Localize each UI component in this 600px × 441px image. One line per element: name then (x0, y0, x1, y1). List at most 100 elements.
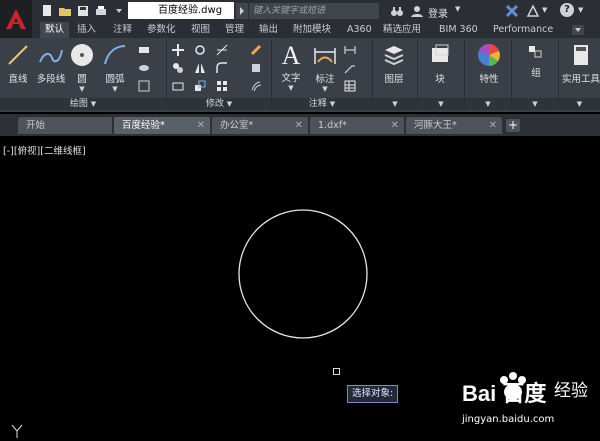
array-icon[interactable] (216, 80, 228, 92)
gradient-icon[interactable] (138, 80, 150, 92)
login-dropdown-icon[interactable]: ▼ (455, 5, 460, 13)
group-panel-bar[interactable]: ▼ (512, 98, 558, 110)
tab-parametric[interactable]: 参数化 (142, 22, 181, 38)
layers-button[interactable]: 图层 (378, 42, 410, 85)
quick-access-more-icon[interactable] (112, 4, 126, 18)
utilities-button[interactable]: 实用工具 (562, 42, 600, 85)
new-tab-button[interactable]: + (506, 119, 520, 132)
file-tab-label: 河豚大王* (414, 120, 457, 131)
file-tab-active[interactable]: 百度经验* ✕ (114, 117, 210, 134)
tab-a360[interactable]: A360 (342, 22, 377, 38)
explode-icon[interactable] (250, 62, 262, 74)
erase-icon[interactable] (250, 44, 262, 56)
utilities-panel-bar[interactable]: ▼ (559, 98, 600, 110)
layers-panel-bar[interactable]: ▼ (373, 98, 417, 110)
properties-label: 特性 (479, 74, 499, 85)
move-icon[interactable] (172, 44, 184, 56)
rectangle-icon[interactable] (138, 44, 150, 56)
stretch-icon[interactable] (172, 80, 184, 92)
modify-panel-label: 修改 (205, 99, 224, 109)
rotate-icon[interactable] (194, 44, 206, 56)
tab-view[interactable]: 视图 (186, 22, 215, 38)
file-tab-start[interactable]: 开始 (18, 117, 112, 134)
arc-icon (104, 45, 126, 65)
properties-button[interactable]: 特性 (472, 42, 506, 85)
info-center-arrow[interactable] (236, 3, 248, 19)
properties-panel-bar[interactable]: ▼ (465, 98, 511, 110)
drawn-circle[interactable] (238, 209, 368, 339)
dimension-icon (314, 48, 336, 64)
tab-addins[interactable]: 附加模块 (288, 22, 336, 38)
table-icon[interactable] (344, 80, 356, 92)
a360-dropdown-icon[interactable]: ▼ (542, 6, 547, 14)
text-icon: A (281, 41, 301, 70)
group-icon (529, 46, 542, 58)
open-folder-icon[interactable] (58, 4, 72, 18)
tab-performance[interactable]: Performance (488, 22, 558, 38)
help-button[interactable]: ? (560, 3, 574, 17)
dimension-button[interactable]: 标注 ▼ (310, 42, 340, 93)
modify-panel-title[interactable]: 修改 ▼ (167, 98, 271, 110)
close-icon[interactable]: ✕ (391, 117, 399, 134)
block-panel-bar[interactable]: ▼ (418, 98, 464, 110)
tab-manage[interactable]: 管理 (220, 22, 249, 38)
scale-icon[interactable] (194, 80, 206, 92)
login-label[interactable]: 登录 (428, 5, 448, 20)
autocad-logo-icon (6, 9, 26, 29)
tab-default[interactable]: 默认 (40, 22, 70, 38)
binoculars-icon[interactable] (390, 4, 404, 18)
file-tab[interactable]: 河豚大王* ✕ (406, 117, 502, 134)
ribbon-minimize-icon[interactable] (572, 25, 584, 35)
text-button[interactable]: A 文字 ▼ (276, 41, 306, 93)
close-icon[interactable]: ✕ (295, 117, 303, 134)
plot-icon[interactable] (94, 4, 108, 18)
dimension-dropdown-icon[interactable]: ▼ (310, 85, 340, 93)
tab-annotate[interactable]: 注释 (108, 22, 137, 38)
tab-output[interactable]: 输出 (254, 22, 283, 38)
circle-button[interactable]: 圆 ▼ (68, 42, 96, 93)
group-button[interactable]: 组 (522, 42, 550, 79)
copy-icon[interactable] (172, 62, 184, 74)
file-tab[interactable]: 办公室* ✕ (212, 117, 308, 134)
file-tab[interactable]: 1.dxf* ✕ (310, 117, 404, 134)
circle-dropdown-icon[interactable]: ▼ (68, 85, 96, 93)
leader-icon[interactable] (344, 62, 356, 74)
close-icon[interactable]: ✕ (197, 117, 205, 134)
arc-dropdown-icon[interactable]: ▼ (100, 85, 130, 93)
line-button[interactable]: 直线 (4, 42, 32, 85)
draw-panel-title[interactable]: 绘图 ▼ (0, 98, 166, 110)
search-input[interactable]: 键入关键字或短语 (249, 3, 379, 19)
text-label: 文字 (281, 73, 301, 84)
calculator-icon (574, 45, 588, 65)
linear-dim-icon[interactable] (344, 44, 356, 56)
arc-label: 圆弧 (105, 74, 125, 85)
mirror-icon[interactable] (194, 62, 206, 74)
ribbon-tab-bar: 默认 插入 注释 参数化 视图 管理 输出 附加模块 A360 精选应用 BIM… (32, 22, 600, 38)
application-menu-button[interactable] (0, 0, 32, 38)
tab-bim360[interactable]: BIM 360 (434, 22, 483, 38)
exchange-icon[interactable] (505, 4, 519, 18)
save-icon[interactable] (76, 4, 90, 18)
tab-insert[interactable]: 插入 (72, 22, 101, 38)
user-icon[interactable] (410, 4, 424, 18)
tab-featured-apps[interactable]: 精选应用 (378, 22, 426, 38)
text-dropdown-icon[interactable]: ▼ (276, 84, 306, 92)
arc-button[interactable]: 圆弧 ▼ (100, 42, 130, 93)
offset-icon[interactable] (250, 80, 262, 92)
new-file-icon[interactable] (40, 4, 54, 18)
annotation-panel-label: 注释 (308, 99, 327, 109)
trim-icon[interactable] (216, 44, 228, 56)
hatch-icon[interactable] (138, 62, 150, 74)
insert-block-button[interactable]: 块 (424, 42, 456, 85)
help-dropdown-icon[interactable]: ▼ (578, 6, 583, 14)
polyline-button[interactable]: 多段线 (34, 42, 68, 85)
a360-icon[interactable] (526, 4, 540, 18)
close-icon[interactable]: ✕ (489, 117, 497, 134)
annotation-panel-title[interactable]: 注释 ▼ (272, 98, 372, 110)
ucs-icon (10, 424, 26, 441)
polyline-icon (39, 49, 63, 63)
fillet-icon[interactable] (216, 62, 228, 74)
layers-label: 图层 (384, 74, 404, 85)
block-icon (432, 44, 449, 62)
polyline-label: 多段线 (36, 74, 66, 85)
